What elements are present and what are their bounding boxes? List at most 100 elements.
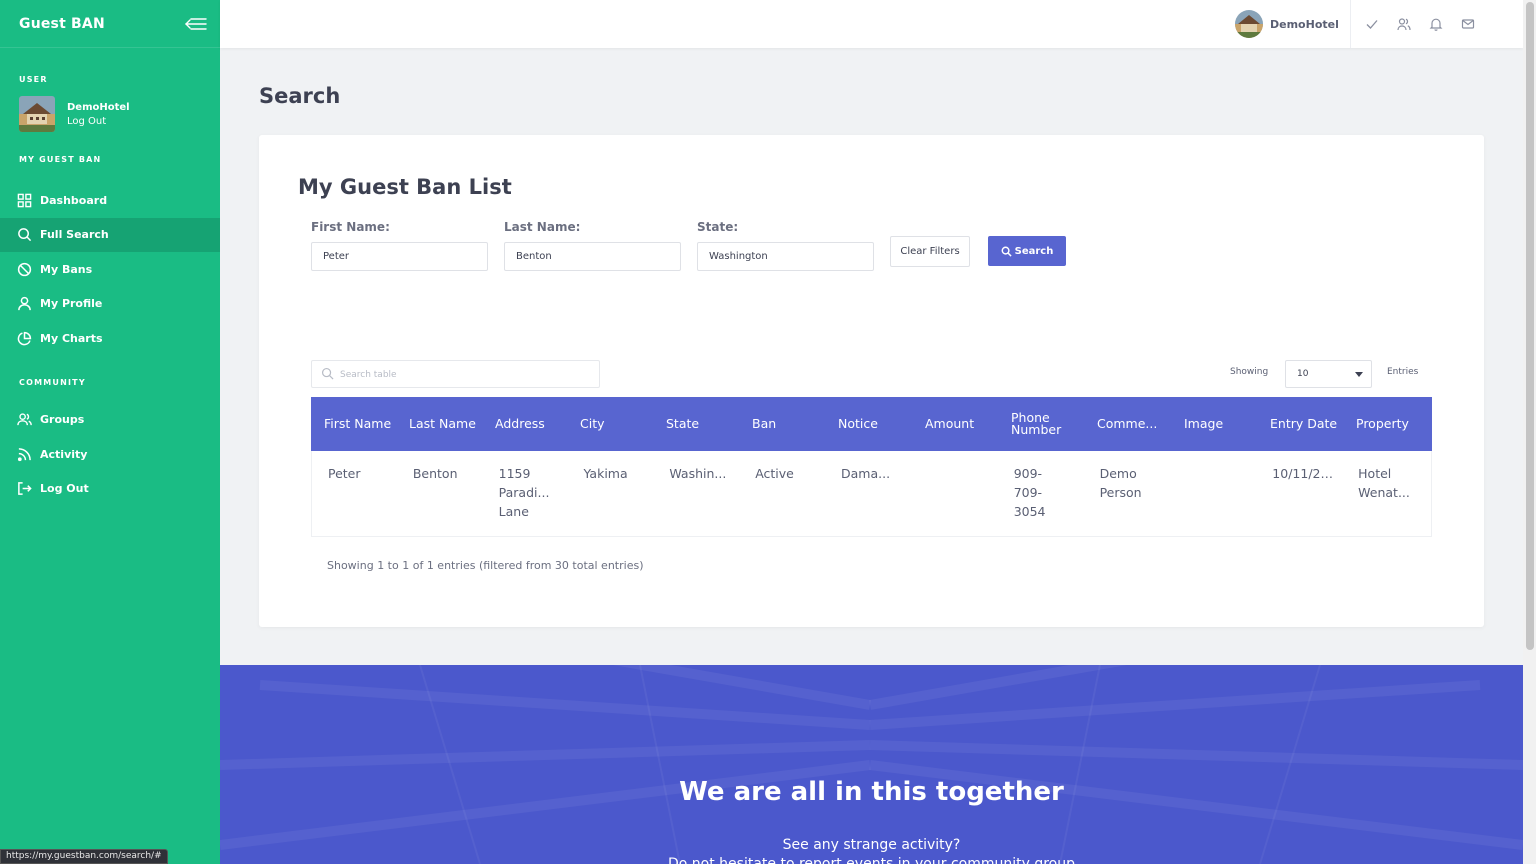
table-cell: Washin... (669, 466, 727, 481)
section-label-user: USER (19, 75, 48, 84)
sidebar-user: DemoHotel Log Out (0, 96, 220, 132)
community-banner: We are all in this together See any stra… (220, 665, 1523, 864)
users-icon[interactable] (1397, 17, 1411, 31)
section-label-community: COMMUNITY (19, 377, 86, 387)
avatar (19, 96, 55, 132)
guest-ban-table: First Name Last Name Address City State … (311, 397, 1432, 537)
sidebar-item-my-bans[interactable]: My Bans (0, 252, 220, 287)
sidebar-item-label: Dashboard (40, 193, 108, 207)
table-cell: Yakima (583, 466, 628, 481)
sidebar-item-full-search[interactable]: Full Search (0, 217, 220, 252)
sidebar-user-logout-link[interactable]: Log Out (67, 116, 130, 127)
column-header[interactable]: Last Name (396, 397, 482, 451)
ban-icon (17, 262, 32, 276)
first-name-input[interactable] (311, 242, 488, 271)
table-cell: Benton (412, 466, 458, 481)
column-header[interactable]: Comme... (1084, 397, 1171, 451)
banner-subtitle: See any strange activity? (782, 837, 961, 853)
table-cell: 10/11/201... (1272, 466, 1343, 481)
search-button[interactable]: Search (988, 236, 1066, 266)
table-cell: 909-709-3054 (1013, 466, 1046, 519)
column-header[interactable]: Phone Number (998, 397, 1084, 451)
check-icon[interactable] (1365, 17, 1379, 31)
column-header[interactable]: Address (482, 397, 567, 451)
entries-per-page-value: 10 (1297, 369, 1309, 379)
sidebar-item-label: My Bans (40, 262, 93, 276)
table-cell: Active (755, 466, 794, 481)
table-search-input[interactable] (340, 365, 590, 384)
sidebar-item-label: Groups (40, 413, 85, 427)
table-row[interactable]: Peter Benton 1159 Paradi... Lane Yakima … (311, 451, 1432, 537)
search-icon (1001, 246, 1012, 257)
table-cell (912, 451, 998, 536)
banner-subtitle-2: Do not hesitate to report events in your… (668, 856, 1075, 864)
sidebar-user-name: DemoHotel (67, 101, 130, 113)
column-header[interactable]: Amount (912, 397, 998, 451)
page-title: Search (259, 84, 341, 108)
caret-down-icon (1355, 371, 1363, 377)
clear-filters-button[interactable]: Clear Filters (890, 236, 970, 267)
sidebar-item-dashboard[interactable]: Dashboard (0, 183, 220, 218)
state-input[interactable] (697, 242, 874, 271)
column-header[interactable]: City (567, 397, 653, 451)
showing-label: Showing (1230, 367, 1269, 377)
card-title: My Guest Ban List (298, 175, 512, 199)
guest-ban-list-card: My Guest Ban List First Name: Last Name:… (259, 135, 1484, 627)
sidebar-item-activity[interactable]: Activity (0, 437, 220, 472)
table-cell: 1159 Paradi... Lane (498, 466, 550, 519)
bell-icon[interactable] (1429, 17, 1443, 31)
menu-collapse-icon[interactable] (185, 17, 207, 31)
table-cell: Demo Person (1099, 466, 1142, 500)
section-label-my-guest-ban: MY GUEST BAN (19, 155, 102, 164)
sidebar-item-my-charts[interactable]: My Charts (0, 321, 220, 356)
app-name: Guest BAN (19, 15, 105, 32)
sidebar-item-label: Log Out (40, 482, 89, 496)
entries-label: Entries (1387, 367, 1419, 377)
table-search-box (311, 360, 600, 388)
topbar: DemoHotel (220, 0, 1523, 48)
brand-bar: Guest BAN (0, 0, 220, 48)
search-button-label: Search (1014, 245, 1054, 257)
topbar-user-menu[interactable]: DemoHotel (1235, 10, 1339, 38)
scrollbar-thumb[interactable] (1526, 2, 1534, 650)
column-header[interactable]: Notice (825, 397, 912, 451)
sidebar-item-groups[interactable]: Groups (0, 403, 220, 438)
sidebar-item-label: Activity (40, 447, 88, 461)
table-cell: Dama... (841, 466, 891, 481)
sidebar-item-label: My Charts (40, 331, 103, 345)
logout-icon (18, 482, 32, 496)
table-header: First Name Last Name Address City State … (311, 397, 1432, 451)
search-icon (18, 228, 32, 242)
sidebar-item-log-out[interactable]: Log Out (0, 472, 220, 507)
column-header[interactable]: First Name (311, 397, 396, 451)
sidebar-item-label: Full Search (40, 228, 109, 242)
users-icon (17, 413, 32, 426)
rss-icon (17, 447, 31, 461)
column-header[interactable]: Entry Date (1257, 397, 1343, 451)
user-icon (18, 297, 31, 311)
last-name-input[interactable] (504, 242, 681, 271)
column-header[interactable]: State (653, 397, 739, 451)
pie-chart-icon (17, 331, 32, 346)
status-url: https://my.guestban.com/search/# (0, 849, 168, 864)
entries-per-page-select[interactable]: 10 (1285, 360, 1372, 388)
avatar (1235, 10, 1263, 38)
sidebar: Guest BAN USER DemoHotel Log Out MY GUES… (0, 0, 220, 864)
sidebar-item-my-profile[interactable]: My Profile (0, 287, 220, 322)
column-header[interactable]: Ban (739, 397, 825, 451)
first-name-label: First Name: (311, 220, 390, 234)
table-info: Showing 1 to 1 of 1 entries (filtered fr… (327, 559, 644, 572)
grid-icon (17, 193, 32, 208)
table-cell: Hotel Wenat... (1358, 466, 1410, 500)
state-label: State: (697, 220, 739, 234)
table-cell (1170, 451, 1256, 536)
mail-icon[interactable] (1461, 17, 1475, 31)
building-pattern-graphic (220, 665, 1523, 864)
table-cell: Peter (328, 466, 361, 481)
banner-title: We are all in this together (679, 777, 1064, 807)
column-header[interactable]: Property (1343, 397, 1432, 451)
column-header[interactable]: Image (1171, 397, 1257, 451)
last-name-label: Last Name: (504, 220, 581, 234)
topbar-divider (1350, 0, 1351, 48)
search-icon (321, 367, 334, 380)
